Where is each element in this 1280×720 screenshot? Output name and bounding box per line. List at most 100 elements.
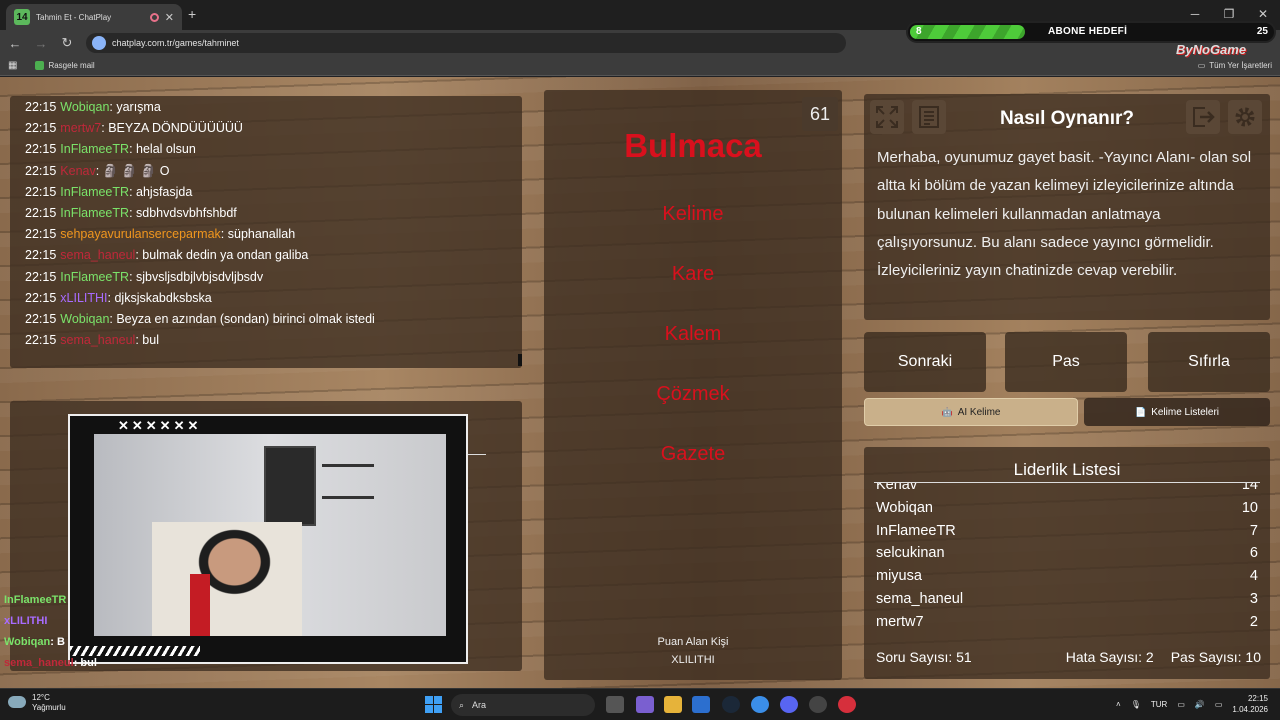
clock-time: 22:15	[1247, 694, 1268, 703]
goal-title: ABONE HEDEFİ	[1048, 26, 1128, 37]
start-button[interactable]	[425, 696, 442, 713]
browser-tab[interactable]: 14 Tahmin Et - ChatPlay ✕	[6, 4, 182, 30]
chat-message: 22:15 InFlameeTR: helal olsun	[10, 139, 522, 160]
tab-title: Tahmin Et - ChatPlay	[36, 12, 112, 22]
recording-icon	[149, 12, 159, 22]
chat-message: 22:15 Wobiqan: yarışma	[10, 97, 522, 118]
chat-text: : sdbhvdsvbhfshbdf	[129, 206, 237, 221]
chat-message: 22:15 Wobiqan: Beyza en azından (sondan) …	[10, 309, 522, 330]
chat-text: : sjbvsljsdbjlvbjsdvljbsdv	[129, 269, 264, 284]
bookmarks-bar: ▦ Rasgele mail ▭ Tüm Yer İşaretleri	[0, 56, 1280, 76]
apps-grid-icon[interactable]: ▦	[8, 60, 17, 71]
word-panel: Bulmaca Kelime Kare Kalem Çözmek Gazete …	[544, 90, 842, 680]
exit-button[interactable]	[1186, 100, 1220, 134]
chat-username[interactable]: sema_haneul	[60, 333, 135, 347]
reload-button[interactable]: ↻	[60, 35, 74, 51]
tab-close-icon[interactable]: ✕	[165, 11, 174, 24]
discord-icon[interactable]	[780, 696, 798, 713]
chat-username[interactable]: Wobiqan	[60, 312, 109, 326]
store-icon[interactable]	[692, 696, 710, 713]
weather-widget[interactable]: 12°C Yağmurlu	[8, 693, 66, 713]
leaderboard-score: 14	[1241, 483, 1258, 493]
chat-username[interactable]: InFlameeTR	[60, 185, 129, 199]
overlay-chat-username: InFlameeTR	[4, 594, 67, 606]
chat-scrollbar[interactable]	[518, 354, 522, 366]
leaderboard-row: mertw7 2	[876, 614, 1258, 636]
app-icon[interactable]	[838, 696, 856, 713]
language-indicator[interactable]: TUR	[1151, 700, 1167, 709]
address-bar[interactable]: chatplay.com.tr/games/tahminet	[86, 33, 846, 53]
chat-username[interactable]: Wobiqan	[60, 100, 109, 114]
leaderboard-name: InFlameeTR	[876, 522, 956, 539]
weather-desc: Yağmurlu	[32, 703, 66, 712]
network-icon[interactable]: ▭	[1177, 700, 1185, 709]
chat-text: : djksjskabdksbska	[107, 290, 212, 305]
windows-taskbar: 12°C Yağmurlu ⌕ Ara ˄ 🎙 TUR ▭ 🔊 ▭ 22:15 …	[0, 688, 1280, 720]
leaderboard-name: sema_haneul	[876, 591, 964, 607]
chat-text: : helal olsun	[129, 142, 196, 157]
leaderboard-score: 7	[1249, 522, 1258, 539]
steam-icon[interactable]	[722, 696, 740, 713]
forward-button[interactable]: →	[34, 36, 48, 51]
word-lists-label: Kelime Listeleri	[1151, 406, 1220, 418]
leaderboard-score: 4	[1249, 568, 1258, 585]
chrome-icon[interactable]	[751, 696, 769, 713]
leaderboard-list[interactable]: Kenav 14 Wobiqan 10 InFlameeTR 7 selcukinan 6 mi…	[864, 483, 1270, 639]
next-button[interactable]: Sonraki	[864, 332, 986, 392]
chat-text: : bul	[135, 333, 159, 348]
file-explorer-icon[interactable]	[664, 696, 682, 713]
chat-time: 22:15	[25, 100, 57, 114]
chevron-up-icon[interactable]: ˄	[1116, 700, 1121, 709]
overlay-chat-message: xLILITHI	[4, 611, 97, 632]
chat-username[interactable]: InFlameeTR	[60, 270, 129, 284]
new-tab-button[interactable]: +	[188, 6, 196, 22]
chat-message: 22:15 sema_haneul: bulmak dedin ya ondan …	[10, 245, 522, 266]
chat-username[interactable]: mertw7	[60, 121, 101, 135]
webcam-video	[94, 434, 446, 636]
overlay-chat-text: : bul	[73, 657, 97, 669]
leaderboard-name: Wobiqan	[876, 499, 933, 516]
weather-temp: 12°C	[32, 693, 50, 702]
leaderboard-row: sema_haneul 3	[876, 591, 1258, 613]
taskbar-search[interactable]: ⌕ Ara	[451, 694, 595, 716]
widgets-icon[interactable]	[636, 696, 654, 713]
chat-time: 22:15	[25, 142, 57, 157]
word-lists-button[interactable]: 📄 Kelime Listeleri	[1084, 398, 1270, 426]
clock[interactable]: 22:15 1.04.2026	[1232, 693, 1268, 715]
leaderboard-row: selcukinan 6	[876, 545, 1258, 567]
chat-time: 22:15	[25, 184, 57, 199]
mic-icon[interactable]: 🎙	[1131, 700, 1141, 709]
leaderboard-name: Kenav	[876, 483, 918, 493]
leaderboard-score: 6	[1249, 545, 1258, 562]
chat-time: 22:15	[25, 333, 57, 348]
chat-message: 22:15 xLILITHI: djksjskabdksbska	[10, 288, 522, 309]
chat-text: : BEYZA DÖNDÜÜÜÜÜÜ	[101, 121, 243, 136]
back-button[interactable]: ←	[8, 36, 22, 51]
overlay-chat-username: sema_haneul	[4, 657, 74, 669]
site-info-icon[interactable]	[92, 36, 106, 50]
chat-username[interactable]: sema_haneul	[60, 248, 135, 262]
settings-button[interactable]	[1228, 100, 1262, 134]
task-view-icon[interactable]	[606, 696, 624, 713]
scorer-name: XLILITHI	[671, 654, 715, 666]
chat-username[interactable]: sehpayavurulanserceparmak	[60, 227, 221, 241]
taboo-word: Çözmek	[656, 383, 730, 405]
chat-username[interactable]: Kenav	[60, 164, 95, 178]
chat-username[interactable]: InFlameeTR	[60, 206, 129, 220]
chat-username[interactable]: InFlameeTR	[60, 142, 129, 156]
wall-painting	[264, 446, 316, 526]
volume-icon[interactable]: 🔊	[1195, 700, 1205, 709]
ai-word-button[interactable]: 🤖 AI Kelime	[864, 398, 1078, 426]
how-to-play-panel: Nasıl Oynanır? Merhaba, oyunumuz gayet b…	[864, 94, 1270, 320]
leaderboard-score: 2	[1249, 613, 1258, 630]
battery-icon[interactable]: ▭	[1215, 700, 1223, 709]
list-icon: 📄	[1134, 406, 1147, 417]
pass-button[interactable]: Pas	[1005, 332, 1127, 392]
goal-progress-fill	[910, 25, 1026, 39]
reset-button[interactable]: Sıfırla	[1148, 332, 1270, 392]
obs-icon[interactable]	[809, 696, 827, 713]
chat-username[interactable]: xLILITHI	[60, 291, 107, 305]
help-text: Merhaba, oyunumuz gayet basit. -Yayıncı …	[877, 149, 1252, 280]
bookmark-item[interactable]: Rasgele mail	[35, 61, 95, 70]
all-bookmarks[interactable]: ▭ Tüm Yer İşaretleri	[1198, 61, 1272, 70]
